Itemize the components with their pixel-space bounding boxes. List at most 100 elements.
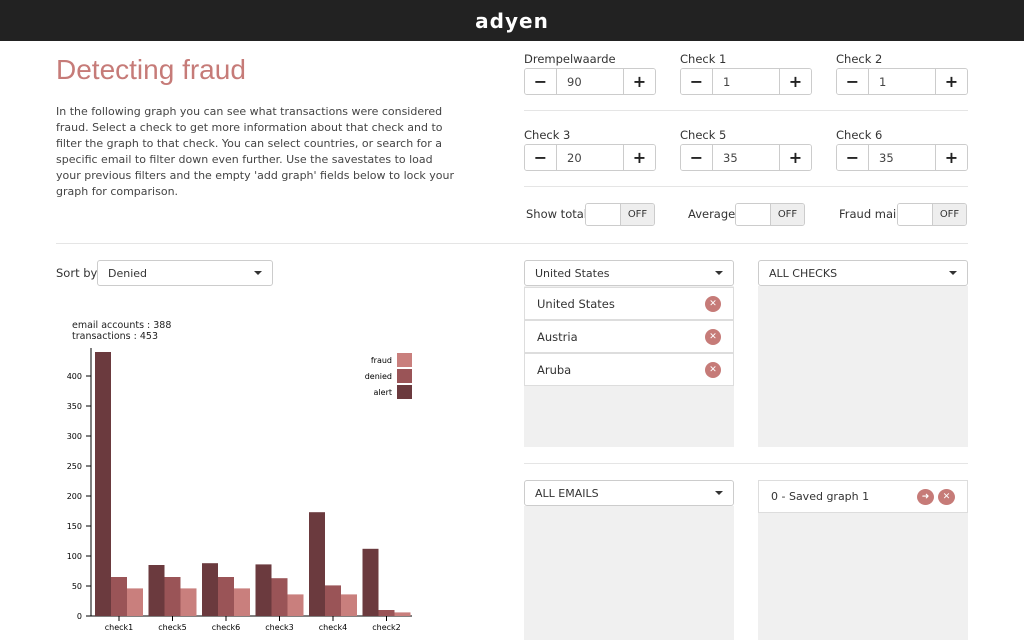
saved-graph-item[interactable]: 0 - Saved graph 1 ➜ ✕ <box>758 480 968 513</box>
sort-label: Sort by <box>56 266 98 280</box>
bar-alert-check2 <box>362 548 379 616</box>
saved-graph-label: 0 - Saved graph 1 <box>771 490 870 503</box>
increment-button[interactable]: + <box>624 145 655 170</box>
decrement-button[interactable]: − <box>681 145 712 170</box>
average-label: Average <box>688 207 736 221</box>
legend-label-fraud: fraud <box>371 356 392 365</box>
show-total-toggle[interactable]: OFF <box>585 203 655 226</box>
caret-down-icon <box>715 491 723 495</box>
check-6-stepper: − 35 + <box>836 144 968 171</box>
toggle-knob <box>586 204 620 225</box>
check-6-input[interactable]: 35 <box>868 145 936 170</box>
country-select-value: United States <box>535 266 610 280</box>
y-tick-label: 350 <box>67 402 82 411</box>
checks-select[interactable]: ALL CHECKS <box>758 260 968 286</box>
x-tick-label: check2 <box>372 623 401 632</box>
country-item[interactable]: United States ✕ <box>524 287 734 320</box>
bar-alert-check3 <box>255 564 272 616</box>
field-check-6: Check 6 − 35 + <box>836 128 968 171</box>
bar-fraud-check5 <box>180 588 197 616</box>
x-tick-label: check5 <box>158 623 187 632</box>
field-label: Check 1 <box>680 52 727 66</box>
divider <box>524 186 968 187</box>
country-name: United States <box>537 296 615 311</box>
bar-fraud-check1 <box>127 588 143 616</box>
decrement-button[interactable]: − <box>837 145 868 170</box>
remove-icon[interactable]: ✕ <box>705 362 721 378</box>
country-name: Aruba <box>537 362 572 377</box>
checks-select-value: ALL CHECKS <box>769 266 838 280</box>
legend-swatch-alert <box>397 385 412 399</box>
top-bar: adyen <box>0 0 1024 41</box>
decrement-button[interactable]: − <box>525 69 556 94</box>
sort-select[interactable]: Denied <box>97 260 273 286</box>
country-item[interactable]: Austria ✕ <box>524 320 734 353</box>
decrement-button[interactable]: − <box>681 69 712 94</box>
increment-button[interactable]: + <box>780 69 811 94</box>
y-tick-label: 250 <box>67 462 82 471</box>
x-tick-label: check1 <box>105 623 134 632</box>
remove-icon[interactable]: ✕ <box>938 489 955 505</box>
show-total-label: Show total <box>526 207 587 221</box>
bar-fraud-check2 <box>394 612 411 616</box>
increment-button[interactable]: + <box>936 145 967 170</box>
y-tick-label: 150 <box>67 522 82 531</box>
chart-stats: email accounts : 388 transactions : 453 <box>72 320 171 342</box>
field-label: Check 2 <box>836 52 883 66</box>
bar-fraud-check4 <box>341 594 357 616</box>
check-3-input[interactable]: 20 <box>556 145 624 170</box>
emails-select[interactable]: ALL EMAILS <box>524 480 734 506</box>
bar-alert-check4 <box>309 512 325 616</box>
bar-denied-check5 <box>164 577 181 616</box>
fraud-mail-toggle[interactable]: OFF <box>897 203 967 226</box>
emails-panel <box>524 506 734 640</box>
toggle-state: OFF <box>770 204 804 225</box>
decrement-button[interactable]: − <box>525 145 556 170</box>
saved-graphs-panel <box>758 513 968 640</box>
bar-denied-check4 <box>325 585 341 616</box>
increment-button[interactable]: + <box>780 145 811 170</box>
caret-down-icon <box>254 271 262 275</box>
country-select[interactable]: United States <box>524 260 734 286</box>
bar-alert-check1 <box>95 352 111 616</box>
fraud-bar-chart: 0 50 100 150 200 250 300 350 400 check1 check5 chec… <box>67 348 412 632</box>
legend-swatch-fraud <box>397 353 412 367</box>
caret-down-icon <box>949 271 957 275</box>
check-3-stepper: − 20 + <box>524 144 656 171</box>
y-tick-label: 200 <box>67 492 82 501</box>
check-2-stepper: − 1 + <box>836 68 968 95</box>
drempelwaarde-input[interactable]: 90 <box>556 69 624 94</box>
toggle-state: OFF <box>932 204 966 225</box>
check-2-input[interactable]: 1 <box>868 69 936 94</box>
field-label: Check 6 <box>836 128 883 142</box>
field-check-1: Check 1 − 1 + <box>680 52 812 95</box>
remove-icon[interactable]: ✕ <box>705 296 721 312</box>
average-toggle[interactable]: OFF <box>735 203 805 226</box>
field-drempelwaarde: Drempelwaarde − 90 + <box>524 52 656 95</box>
bar-fraud-check3 <box>287 594 304 616</box>
field-check-5: Check 5 − 35 + <box>680 128 812 171</box>
legend-label-alert: alert <box>374 388 392 397</box>
increment-button[interactable]: + <box>624 69 655 94</box>
decrement-button[interactable]: − <box>837 69 868 94</box>
field-check-3: Check 3 − 20 + <box>524 128 656 171</box>
field-check-2: Check 2 − 1 + <box>836 52 968 95</box>
load-arrow-icon[interactable]: ➜ <box>917 489 934 505</box>
page-title: Detecting fraud <box>56 54 246 85</box>
x-tick-label: check4 <box>319 623 348 632</box>
toggle-knob <box>736 204 770 225</box>
y-tick-label: 0 <box>77 612 82 621</box>
bar-alert-check5 <box>148 565 165 616</box>
country-item[interactable]: Aruba ✕ <box>524 353 734 386</box>
bar-fraud-check6 <box>234 588 250 616</box>
remove-icon[interactable]: ✕ <box>705 329 721 345</box>
section-divider <box>56 243 968 244</box>
check-1-input[interactable]: 1 <box>712 69 780 94</box>
toggle-state: OFF <box>620 204 654 225</box>
bar-denied-check2 <box>378 610 395 616</box>
drempelwaarde-stepper: − 90 + <box>524 68 656 95</box>
legend-swatch-denied <box>397 369 412 383</box>
check-5-input[interactable]: 35 <box>712 145 780 170</box>
increment-button[interactable]: + <box>936 69 967 94</box>
email-accounts-count: email accounts : 388 <box>72 320 172 331</box>
